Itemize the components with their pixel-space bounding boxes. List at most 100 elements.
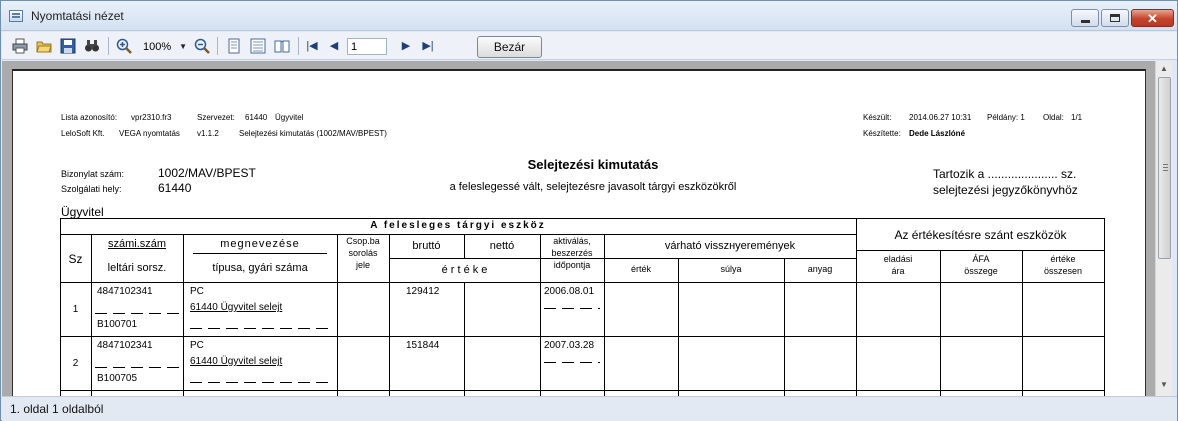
asset-name: PC — [190, 286, 204, 297]
col-csop-line1: Csop.ba — [346, 236, 380, 246]
toolbar-separator — [108, 37, 109, 55]
report-subtitle: a feleslegessé vált, selejtezésre javaso… — [449, 181, 737, 193]
author-label: Készítette: — [863, 129, 901, 138]
belongs-to-line1: Tartozik a ..................... sz. — [933, 167, 1077, 181]
col-aktivalas-line1: aktiválás, — [553, 236, 591, 246]
col-afa-line2: összege — [964, 266, 998, 276]
page-number-input[interactable] — [347, 38, 387, 55]
first-page-icon: |◀ — [306, 40, 318, 52]
list-id-value: vpr2310.fr3 — [131, 113, 172, 122]
find-button[interactable] — [84, 38, 100, 54]
col-szamj-szam: számi.szám — [107, 238, 167, 250]
page-value: 1/1 — [1071, 113, 1083, 122]
col-csop-line3: jele — [355, 260, 370, 270]
col-anyag: anyag — [807, 264, 833, 274]
asset-table: A felesleges tárgyi eszköz Az értékesíté… — [60, 218, 1105, 396]
asset-name: PC — [190, 340, 204, 351]
zoom-out-icon — [194, 38, 210, 54]
one-page-button[interactable] — [226, 38, 242, 54]
status-bar: 1. oldal 1 oldalból — [2, 396, 1177, 421]
asset-type: 61440 Ügyvitel selejt — [190, 302, 283, 313]
group-header-for-sale: Az értékesítésre szánt eszközök — [894, 228, 1067, 242]
maximize-button[interactable] — [1101, 9, 1129, 27]
author-value: Dede Lászlóné — [909, 129, 966, 138]
outline-button[interactable] — [274, 38, 290, 54]
zoom-in-icon — [116, 38, 132, 54]
asset-number: 4847102341 — [97, 340, 153, 351]
created-label: Készült: — [863, 113, 892, 122]
previous-page-button[interactable]: ◀ — [326, 38, 342, 54]
toolbar: 100% ▼ |◀ ◀ ▶ ▶| Bezár — [2, 32, 1177, 60]
doc-number-label: Bizonylat szám: — [61, 169, 125, 179]
maximize-icon — [1110, 14, 1120, 22]
book-icon — [274, 40, 290, 53]
page-width-icon — [250, 38, 266, 54]
app-icon — [9, 10, 23, 22]
service-place-value: 61440 — [158, 181, 192, 195]
next-page-button[interactable]: ▶ — [398, 38, 414, 54]
report-title: Selejtezési kimutatás — [527, 157, 659, 172]
col-ertek-sub: érték — [630, 264, 651, 274]
single-page-icon — [228, 38, 240, 54]
zoom-in-button[interactable] — [116, 38, 132, 54]
open-button[interactable] — [36, 38, 52, 54]
page-label: Oldal: — [1043, 113, 1064, 122]
col-brutto: bruttó — [412, 240, 441, 252]
group-header-unused-assets: A felesleges tárgyi eszköz — [370, 220, 546, 231]
activation-date: 2006.08.01 — [544, 286, 595, 297]
last-page-button[interactable]: ▶| — [420, 38, 436, 54]
next-page-icon: ▶ — [401, 40, 411, 52]
chevron-down-icon: ▼ — [179, 42, 187, 51]
row-number: 1 — [72, 304, 79, 315]
col-leltari-sorsz: leltári sorsz. — [107, 262, 167, 274]
page-width-button[interactable] — [250, 38, 266, 54]
close-button[interactable]: Bezár — [477, 36, 542, 58]
first-page-button[interactable]: |◀ — [304, 38, 320, 54]
belongs-to-line2: selejtezési jegyzőkönyvhöz — [933, 183, 1078, 197]
col-ertek-osszesen-line2: összesen — [1043, 266, 1083, 276]
toolbar-separator — [298, 37, 299, 55]
organization-label: Szervezet: — [197, 113, 235, 122]
product-name: VEGA nyomtatás — [119, 129, 180, 138]
minimize-icon — [1080, 19, 1090, 23]
created-value: 2014.06.27 10:31 — [909, 113, 972, 122]
close-icon: ✕ — [1147, 10, 1158, 26]
preview-viewport[interactable]: Lista azonosító: vpr2310.fr3 Szervezet: … — [2, 61, 1155, 396]
zoom-out-button[interactable] — [194, 38, 210, 54]
scroll-up-icon[interactable]: ▲ — [1158, 63, 1170, 75]
zoom-value: 100% — [143, 40, 172, 53]
scrollbar-thumb[interactable] — [1158, 77, 1171, 259]
gross-value: 129412 — [406, 286, 440, 297]
col-netto: nettó — [489, 240, 515, 252]
gross-value: 151844 — [406, 340, 440, 351]
close-window-button[interactable]: ✕ — [1131, 9, 1174, 27]
service-place-label: Szolgálati hely: — [61, 184, 122, 194]
col-megnevezese: megnevezése — [220, 238, 300, 250]
print-button[interactable] — [12, 38, 28, 54]
vertical-scrollbar[interactable]: ▲ ▼ — [1155, 61, 1172, 396]
scroll-down-icon[interactable]: ▼ — [1158, 379, 1170, 391]
print-preview-window: Nyomtatási nézet ✕ 100% ▼ |◀ ◀ 1 ▶ ▶| Be… — [0, 0, 1178, 421]
list-id-label: Lista azonosító: — [61, 113, 118, 122]
title-bar[interactable]: Nyomtatási nézet ✕ — [1, 1, 1177, 31]
col-eladasi-line1: eladási — [883, 254, 913, 264]
binoculars-icon — [85, 40, 99, 52]
col-csop-line2: sorolás — [348, 248, 378, 258]
save-icon — [60, 38, 76, 54]
window-title: Nyomtatási nézet — [31, 9, 124, 23]
col-sz: Sz — [68, 252, 83, 266]
unit-name: Ügyvitel — [61, 205, 104, 219]
print-icon — [12, 38, 28, 54]
zoom-select[interactable]: 100% ▼ — [140, 38, 190, 55]
row-number: 2 — [72, 358, 79, 369]
organization-code: 61440 — [245, 113, 268, 122]
organization-name: Ügyvitel — [275, 113, 304, 122]
save-button[interactable] — [60, 38, 76, 54]
col-sulya: súlya — [720, 264, 742, 274]
minimize-button[interactable] — [1071, 9, 1099, 27]
status-page-info: 1. oldal 1 oldalból — [10, 402, 104, 416]
col-afa-line1: ÁFA — [972, 254, 990, 264]
previous-page-icon: ◀ — [329, 40, 339, 52]
vendor-name: LeloSoft Kft. — [61, 129, 105, 138]
col-eladasi-line2: ára — [891, 266, 905, 276]
